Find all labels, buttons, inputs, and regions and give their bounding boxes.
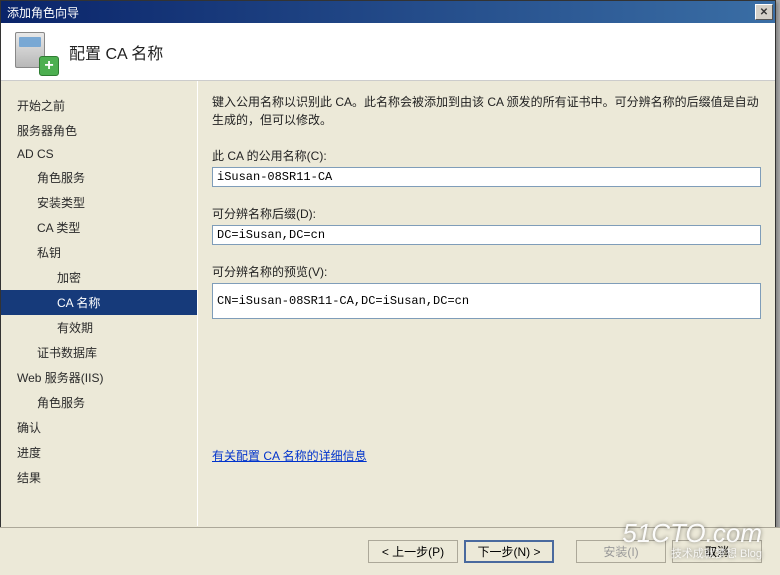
sidebar-item-8[interactable]: CA 名称 — [1, 290, 197, 315]
sidebar-item-10[interactable]: 证书数据库 — [1, 340, 197, 365]
dn-suffix-block: 可分辨名称后缀(D): — [212, 205, 761, 245]
wizard-footer: < 上一步(P) 下一步(N) > 安装(I) 取消 — [0, 527, 780, 575]
sidebar-item-5[interactable]: CA 类型 — [1, 215, 197, 240]
dn-preview-label: 可分辨名称的预览(V): — [212, 263, 761, 280]
wizard-header: + 配置 CA 名称 — [1, 23, 775, 81]
common-name-input[interactable] — [212, 167, 761, 187]
common-name-label: 此 CA 的公用名称(C): — [212, 147, 761, 164]
intro-text: 键入公用名称以识别此 CA。此名称会被添加到由该 CA 颁发的所有证书中。可分辨… — [212, 93, 761, 129]
wizard-body: 开始之前服务器角色AD CS角色服务安装类型CA 类型私钥加密CA 名称有效期证… — [1, 81, 775, 526]
sidebar-item-3[interactable]: 角色服务 — [1, 165, 197, 190]
close-button[interactable]: ✕ — [755, 4, 773, 20]
dn-preview-input — [212, 283, 761, 319]
dn-suffix-input[interactable] — [212, 225, 761, 245]
sidebar-item-6[interactable]: 私钥 — [1, 240, 197, 265]
page-title: 配置 CA 名称 — [69, 40, 163, 64]
server-role-icon: + — [15, 32, 55, 72]
sidebar-item-9[interactable]: 有效期 — [1, 315, 197, 340]
sidebar-item-4[interactable]: 安装类型 — [1, 190, 197, 215]
install-button: 安装(I) — [576, 540, 666, 563]
sidebar-item-14[interactable]: 进度 — [1, 440, 197, 465]
sidebar-item-11[interactable]: Web 服务器(IIS) — [1, 365, 197, 390]
dn-preview-block: 可分辨名称的预览(V): — [212, 263, 761, 319]
common-name-block: 此 CA 的公用名称(C): — [212, 147, 761, 187]
sidebar-item-13[interactable]: 确认 — [1, 415, 197, 440]
content-panel: 键入公用名称以识别此 CA。此名称会被添加到由该 CA 颁发的所有证书中。可分辨… — [197, 81, 775, 526]
titlebar: 添加角色向导 ✕ — [1, 1, 775, 23]
sidebar-item-7[interactable]: 加密 — [1, 265, 197, 290]
wizard-window: 添加角色向导 ✕ + 配置 CA 名称 开始之前服务器角色AD CS角色服务安装… — [0, 0, 776, 571]
more-info-link[interactable]: 有关配置 CA 名称的详细信息 — [212, 447, 367, 464]
plus-icon: + — [39, 56, 59, 76]
window-title: 添加角色向导 — [7, 4, 79, 21]
next-button[interactable]: 下一步(N) > — [464, 540, 554, 563]
sidebar-item-2[interactable]: AD CS — [1, 143, 197, 165]
sidebar-item-15[interactable]: 结果 — [1, 465, 197, 490]
sidebar: 开始之前服务器角色AD CS角色服务安装类型CA 类型私钥加密CA 名称有效期证… — [1, 81, 197, 526]
dn-suffix-label: 可分辨名称后缀(D): — [212, 205, 761, 222]
sidebar-item-1[interactable]: 服务器角色 — [1, 118, 197, 143]
close-icon: ✕ — [760, 7, 768, 18]
sidebar-item-0[interactable]: 开始之前 — [1, 93, 197, 118]
sidebar-item-12[interactable]: 角色服务 — [1, 390, 197, 415]
prev-button[interactable]: < 上一步(P) — [368, 540, 458, 563]
cancel-button[interactable]: 取消 — [672, 540, 762, 563]
